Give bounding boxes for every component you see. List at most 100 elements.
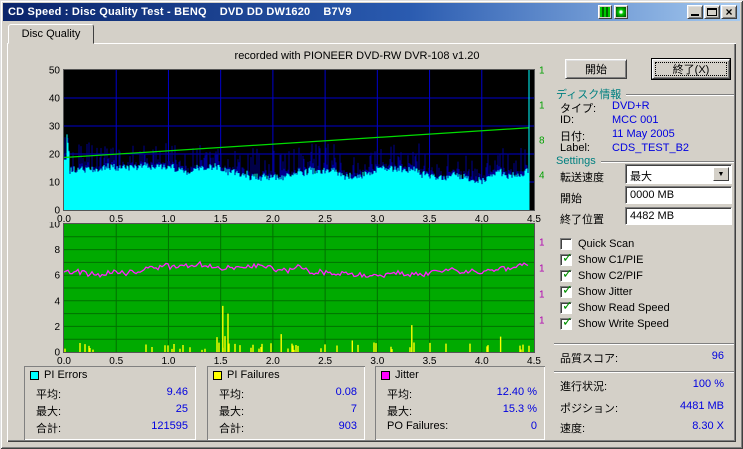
checkbox-show-read-speed[interactable]: ✓ Show Read Speed <box>560 299 670 315</box>
svg-text:0.0: 0.0 <box>57 214 71 222</box>
svg-text:4.0: 4.0 <box>475 214 489 222</box>
start-button[interactable]: 開始 <box>565 59 627 79</box>
disc-label-row: Label: CDS_TEST_B2 <box>560 142 730 155</box>
transfer-speed-select[interactable]: 最大 ▼ <box>625 164 732 184</box>
minimize-button[interactable] <box>687 5 703 19</box>
transfer-speed-label: 転送速度 <box>560 172 604 184</box>
checkbox-box[interactable]: ✓ <box>560 250 573 266</box>
legend-label: 最大: <box>36 406 62 418</box>
svg-text:8: 8 <box>539 136 544 147</box>
pi-errors-legend: PI Errors 平均: 9.46 最大: 25 合計: 121595 <box>24 366 196 440</box>
checkbox-show-write-speed[interactable]: ✓ Show Write Speed <box>560 314 669 331</box>
svg-text:0.0: 0.0 <box>57 356 71 366</box>
checkbox-show-jitter[interactable]: ✓ Show Jitter <box>560 282 633 299</box>
end-position-field[interactable]: 4482 MB <box>625 207 732 225</box>
legend-row: 合計: 903 <box>219 420 357 435</box>
exit-button[interactable]: 終了(X) <box>652 59 730 79</box>
svg-text:16: 16 <box>539 66 544 77</box>
start-position-field[interactable]: 0000 MB <box>625 186 732 204</box>
position-label: ポジション: <box>560 403 619 415</box>
checkbox-label: Show C1/PIE <box>578 254 644 266</box>
checkbox-box[interactable]: ✓ <box>560 238 572 250</box>
speed-row: 速度: 8.30 X <box>560 420 724 435</box>
legend-label: PO Failures: <box>387 420 449 432</box>
checkbox-label: Show Write Speed <box>578 318 669 330</box>
legend-value: 12.40 % <box>496 386 537 398</box>
titlebar-graph-button[interactable] <box>598 5 612 19</box>
minimize-icon <box>691 14 699 16</box>
position-value: 4481 MB <box>679 400 724 412</box>
pif-jitter-chart: 0246810161412100.00.51.01.52.02.53.03.54… <box>14 220 551 368</box>
legend-row: 平均: 12.40 % <box>387 386 537 401</box>
checkbox-label: Show C2/PIF <box>578 270 643 282</box>
legend-title: Jitter <box>395 369 419 381</box>
settings-title: Settings <box>556 155 596 167</box>
svg-text:0.5: 0.5 <box>109 356 123 366</box>
legend-label: 最大: <box>387 406 413 418</box>
progress-value: 100 % <box>692 378 724 390</box>
tab-disc-quality[interactable]: Disc Quality <box>8 24 94 44</box>
svg-text:0.5: 0.5 <box>109 214 123 222</box>
legend-value: 25 <box>175 403 188 415</box>
checkbox-box[interactable]: ✓ <box>560 282 573 298</box>
svg-text:6: 6 <box>54 271 60 282</box>
legend-label: 合計: <box>36 423 62 435</box>
svg-text:30: 30 <box>49 122 61 133</box>
dropdown-arrow-button[interactable]: ▼ <box>713 167 729 181</box>
svg-text:2.0: 2.0 <box>266 356 280 366</box>
svg-text:3.0: 3.0 <box>370 356 384 366</box>
check-icon: ✓ <box>562 250 573 265</box>
legend-title: PI Failures <box>227 369 280 381</box>
checkbox-box[interactable]: ✓ <box>560 267 573 282</box>
check-icon: ✓ <box>562 282 573 297</box>
divider <box>626 94 734 96</box>
jitter-swatch <box>381 370 390 380</box>
svg-text:4.5: 4.5 <box>527 356 541 366</box>
jitter-legend: Jitter 平均: 12.40 % 最大: 15.3 % PO Failure… <box>375 366 545 440</box>
quality-score-label: 品質スコア: <box>560 353 619 365</box>
checkbox-label: Show Jitter <box>578 286 633 298</box>
checkbox-quick-scan[interactable]: ✓ Quick Scan <box>560 237 634 251</box>
maximize-button[interactable] <box>704 5 720 19</box>
pie-speed-chart: 010203040504812160.00.51.01.52.02.53.03.… <box>14 62 551 226</box>
speed-value: 8.30 X <box>692 420 724 432</box>
legend-label: 平均: <box>36 389 62 401</box>
svg-text:1.0: 1.0 <box>161 356 175 366</box>
titlebar-disc-button[interactable] <box>614 5 628 19</box>
window-title: CD Speed : Disc Quality Test - BENQ DVD … <box>8 6 352 18</box>
disc-label-value: CDS_TEST_B2 <box>612 142 690 154</box>
quality-score-value: 96 <box>711 350 724 362</box>
legend-label: 平均: <box>387 389 413 401</box>
chart-caption: recorded with PIONEER DVD-RW DVR-108 v1.… <box>234 50 480 62</box>
svg-text:20: 20 <box>49 150 61 161</box>
legend-value: 0 <box>530 420 537 432</box>
svg-text:4.0: 4.0 <box>475 356 489 366</box>
legend-header: PI Failures <box>213 369 280 381</box>
disc-icon <box>616 7 626 17</box>
legend-header: Jitter <box>381 369 419 381</box>
pi-failures-legend: PI Failures 平均: 0.08 最大: 7 合計: 903 <box>207 366 365 440</box>
legend-value: 0.08 <box>335 386 357 398</box>
legend-row: 合計: 121595 <box>36 420 188 435</box>
checkbox-show-c2-pif[interactable]: ✓ Show C2/PIF <box>560 267 643 283</box>
legend-row: PO Failures: 0 <box>387 420 537 434</box>
disc-id-row: ID: MCC 001 <box>560 114 730 127</box>
disc-type-row: タイプ: DVD+R <box>560 100 730 115</box>
legend-row: 平均: 0.08 <box>219 386 357 401</box>
checkbox-label: Show Read Speed <box>578 302 670 314</box>
checkbox-show-c1-pie[interactable]: ✓ Show C1/PIE <box>560 250 644 267</box>
check-icon: ✓ <box>562 314 573 329</box>
legend-row: 最大: 7 <box>219 403 357 418</box>
maximize-icon <box>707 8 717 16</box>
pi-errors-swatch <box>30 370 39 380</box>
disc-date-row: 日付: 11 May 2005 <box>560 128 730 143</box>
divider <box>554 371 734 373</box>
legend-header: PI Errors <box>30 369 87 381</box>
legend-row: 最大: 15.3 % <box>387 403 537 418</box>
disc-id-label: ID: <box>560 114 575 126</box>
legend-label: 合計: <box>219 423 245 435</box>
titlebar: CD Speed : Disc Quality Test - BENQ DVD … <box>3 3 740 21</box>
checkbox-box[interactable]: ✓ <box>560 299 573 314</box>
checkbox-box[interactable]: ✓ <box>560 314 573 330</box>
close-button[interactable]: × <box>721 5 737 19</box>
